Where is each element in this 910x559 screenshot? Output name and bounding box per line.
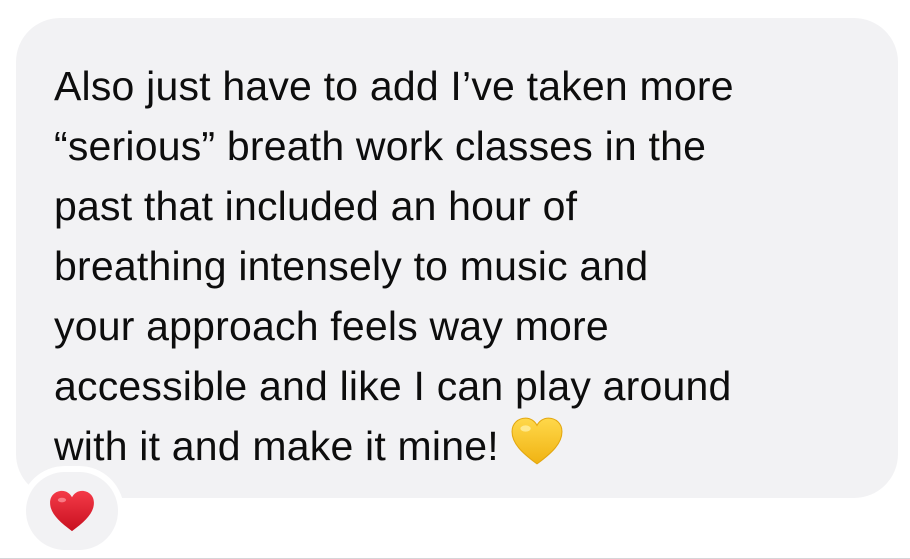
- message-line: breathing intensely to music and: [54, 243, 649, 289]
- message-line: accessible and like I can play around: [54, 363, 732, 409]
- message-line: with it and make it mine!: [54, 423, 499, 469]
- message-bubble[interactable]: Also just have to add I’ve taken more “s…: [16, 18, 898, 498]
- reaction-badge[interactable]: [20, 466, 124, 556]
- red-heart-icon: [50, 490, 94, 532]
- message-line: Also just have to add I’ve taken more: [54, 63, 734, 109]
- message-line: “serious” breath work classes in the: [54, 123, 707, 169]
- message-text: Also just have to add I’ve taken more “s…: [54, 56, 868, 476]
- message-line-last: with it and make it mine!: [54, 416, 868, 476]
- yellow-heart-icon: [511, 417, 563, 465]
- message-line: your approach feels way more: [54, 303, 609, 349]
- message-line: past that included an hour of: [54, 183, 578, 229]
